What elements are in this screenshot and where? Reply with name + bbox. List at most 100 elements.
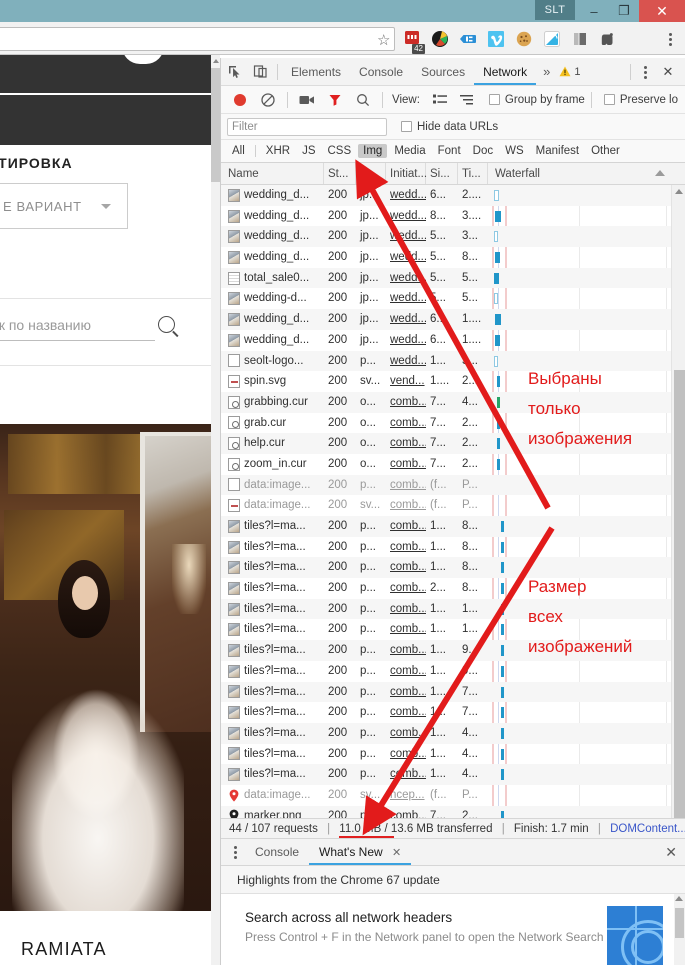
cell-name[interactable]: wedding_d... bbox=[221, 226, 324, 247]
type-chip-media[interactable]: Media bbox=[389, 144, 430, 158]
page-scrollbar-track[interactable] bbox=[211, 55, 220, 965]
column-header-size[interactable]: Si... bbox=[426, 163, 458, 184]
type-chip-js[interactable]: JS bbox=[297, 144, 320, 158]
type-chip-img[interactable]: Img bbox=[358, 144, 388, 158]
cell-name[interactable]: tiles?l=ma... bbox=[221, 682, 324, 703]
cell-initiator[interactable]: wedd... bbox=[386, 247, 426, 268]
capture-screenshots-icon[interactable] bbox=[294, 87, 320, 113]
cell-name[interactable]: data:image... bbox=[221, 475, 324, 496]
table-row[interactable]: tiles?l=ma... 200 p... comb... 1... 9... bbox=[221, 661, 685, 682]
table-row[interactable]: wedding_d... 200 jp... wedd... 6... 1.... bbox=[221, 330, 685, 351]
cell-name[interactable]: spin.svg bbox=[221, 371, 324, 392]
column-header-initiator[interactable]: Initiat... bbox=[386, 163, 427, 184]
cell-initiator[interactable]: comb... bbox=[386, 537, 426, 558]
cell-initiator[interactable]: comb... bbox=[386, 702, 426, 723]
column-header-name[interactable]: Name bbox=[221, 163, 324, 184]
table-row[interactable]: wedding_d... 200 jp... wedd... 5... 3... bbox=[221, 226, 685, 248]
cell-name[interactable]: wedding_d... bbox=[221, 247, 324, 268]
cell-name[interactable]: seolt-logo... bbox=[221, 351, 324, 372]
type-chip-xhr[interactable]: XHR bbox=[261, 144, 295, 158]
cell-initiator[interactable]: wedd... bbox=[386, 330, 426, 351]
cell-name[interactable]: tiles?l=ma... bbox=[221, 619, 324, 640]
type-chip-ws[interactable]: WS bbox=[500, 144, 529, 158]
drawer-tab-close-icon[interactable]: ✕ bbox=[392, 847, 401, 859]
cell-initiator[interactable]: comb... bbox=[386, 454, 426, 475]
page-search-row[interactable]: иск по названию bbox=[0, 313, 211, 349]
table-row[interactable]: marker.png 200 p... comb... 7... 2... bbox=[221, 805, 685, 818]
filter-input[interactable]: Filter bbox=[227, 117, 387, 136]
cell-name[interactable]: tiles?l=ma... bbox=[221, 723, 324, 744]
cell-initiator[interactable]: comb... bbox=[386, 723, 426, 744]
cell-name[interactable]: wedding_d... bbox=[221, 185, 324, 206]
network-request-table[interactable]: wedding_d... 200 jp... wedd... 6... 2.... wedd… bbox=[221, 185, 685, 818]
color-picker-icon[interactable] bbox=[428, 26, 452, 52]
address-bar[interactable] bbox=[0, 27, 395, 51]
type-chip-font[interactable]: Font bbox=[433, 144, 466, 158]
cell-initiator[interactable]: ncep... bbox=[386, 785, 426, 806]
cell-name[interactable]: tiles?l=ma... bbox=[221, 640, 324, 661]
cell-name[interactable]: wedding_d... bbox=[221, 330, 324, 351]
cell-initiator[interactable]: comb... bbox=[386, 661, 426, 682]
more-tabs-icon[interactable]: » bbox=[536, 64, 557, 79]
table-row[interactable]: tiles?l=ma... 200 p... comb... 1... 4... bbox=[221, 764, 685, 785]
table-row[interactable]: wedding_d... 200 jp... wedd... 5... 8... bbox=[221, 247, 685, 268]
page-scrollbar-thumb[interactable] bbox=[211, 68, 220, 182]
table-row[interactable]: tiles?l=ma... 200 p... comb... 1... 8... bbox=[221, 537, 685, 558]
table-row[interactable]: tiles?l=ma... 200 p... comb... 1... 8... bbox=[221, 516, 685, 537]
cell-initiator[interactable]: comb... bbox=[386, 619, 426, 640]
cell-name[interactable]: data:image... bbox=[221, 495, 324, 516]
window-maximize-button[interactable]: ❐ bbox=[609, 0, 639, 22]
window-close-button[interactable]: ✕ bbox=[639, 0, 685, 22]
cell-initiator[interactable]: comb... bbox=[386, 475, 426, 496]
waterfall-view-icon[interactable] bbox=[455, 87, 481, 113]
drawer-scroll-up-icon[interactable] bbox=[675, 896, 683, 901]
drawer-tab-console[interactable]: Console bbox=[245, 839, 309, 865]
search-icon[interactable] bbox=[158, 316, 175, 333]
cell-name[interactable]: grabbing.cur bbox=[221, 392, 324, 413]
cell-name[interactable]: tiles?l=ma... bbox=[221, 744, 324, 765]
cell-name[interactable]: wedding_d... bbox=[221, 309, 324, 330]
drawer-scrollbar-track[interactable] bbox=[674, 894, 685, 965]
cell-name[interactable]: help.cur bbox=[221, 433, 324, 454]
chrome-menu-icon[interactable] bbox=[662, 30, 678, 48]
table-scrollbar-thumb[interactable] bbox=[674, 370, 685, 818]
table-row[interactable]: data:image... 200 sv... ncep... (f... P... bbox=[221, 785, 685, 806]
sort-select[interactable]: Е ВАРИАНТ bbox=[0, 183, 128, 229]
hide-data-urls-checkbox[interactable]: Hide data URLs bbox=[401, 121, 498, 133]
cell-initiator[interactable]: wedd... bbox=[386, 288, 426, 309]
table-row[interactable]: wedding_d... 200 jp... wedd... 6... 1.... bbox=[221, 309, 685, 330]
tab-elements[interactable]: Elements bbox=[282, 58, 350, 85]
cell-initiator[interactable]: comb... bbox=[386, 744, 426, 765]
tab-sources[interactable]: Sources bbox=[412, 58, 474, 85]
list-view-icon[interactable] bbox=[427, 87, 453, 113]
cell-name[interactable]: zoom_in.cur bbox=[221, 454, 324, 475]
product-photo[interactable] bbox=[0, 424, 211, 911]
cell-name[interactable]: tiles?l=ma... bbox=[221, 764, 324, 785]
column-header-status[interactable]: St... bbox=[324, 163, 356, 184]
inspect-element-icon[interactable] bbox=[221, 59, 247, 85]
preserve-log-checkbox[interactable]: Preserve lo bbox=[603, 94, 678, 106]
cell-initiator[interactable]: comb... bbox=[386, 495, 426, 516]
table-row[interactable]: tiles?l=ma... 200 p... comb... 1... 7... bbox=[221, 681, 685, 703]
cell-initiator[interactable]: comb... bbox=[386, 682, 426, 703]
cell-initiator[interactable]: comb... bbox=[386, 764, 426, 785]
split-view-icon[interactable] bbox=[568, 26, 592, 52]
devtools-close-icon[interactable]: ✕ bbox=[655, 59, 681, 85]
cell-name[interactable]: tiles?l=ma... bbox=[221, 557, 324, 578]
bookmark-star-icon[interactable]: ☆ bbox=[377, 31, 390, 49]
drawer-menu-icon[interactable] bbox=[225, 842, 245, 862]
table-row[interactable]: zoom_in.cur 200 o... comb... 7... 2... bbox=[221, 454, 685, 475]
column-header-time[interactable]: Ti... bbox=[458, 163, 488, 184]
cell-initiator[interactable]: comb... bbox=[386, 640, 426, 661]
devtools-menu-icon[interactable] bbox=[637, 63, 653, 81]
table-row[interactable]: total_sale0... 200 jp... wedd... 5... 5... bbox=[221, 267, 685, 289]
ime-language-badge[interactable]: SLT bbox=[535, 0, 575, 20]
cell-name[interactable]: tiles?l=ma... bbox=[221, 702, 324, 723]
evernote-icon[interactable] bbox=[596, 26, 620, 52]
table-row[interactable]: tiles?l=ma... 200 p... comb... 1... 7... bbox=[221, 702, 685, 723]
table-row[interactable]: tiles?l=ma... 200 p... comb... 1... 4... bbox=[221, 744, 685, 765]
cell-name[interactable]: grab.cur bbox=[221, 413, 324, 434]
type-chip-css[interactable]: CSS bbox=[322, 144, 356, 158]
type-chip-all[interactable]: All bbox=[227, 144, 250, 158]
cell-initiator[interactable]: wedd... bbox=[386, 268, 426, 289]
